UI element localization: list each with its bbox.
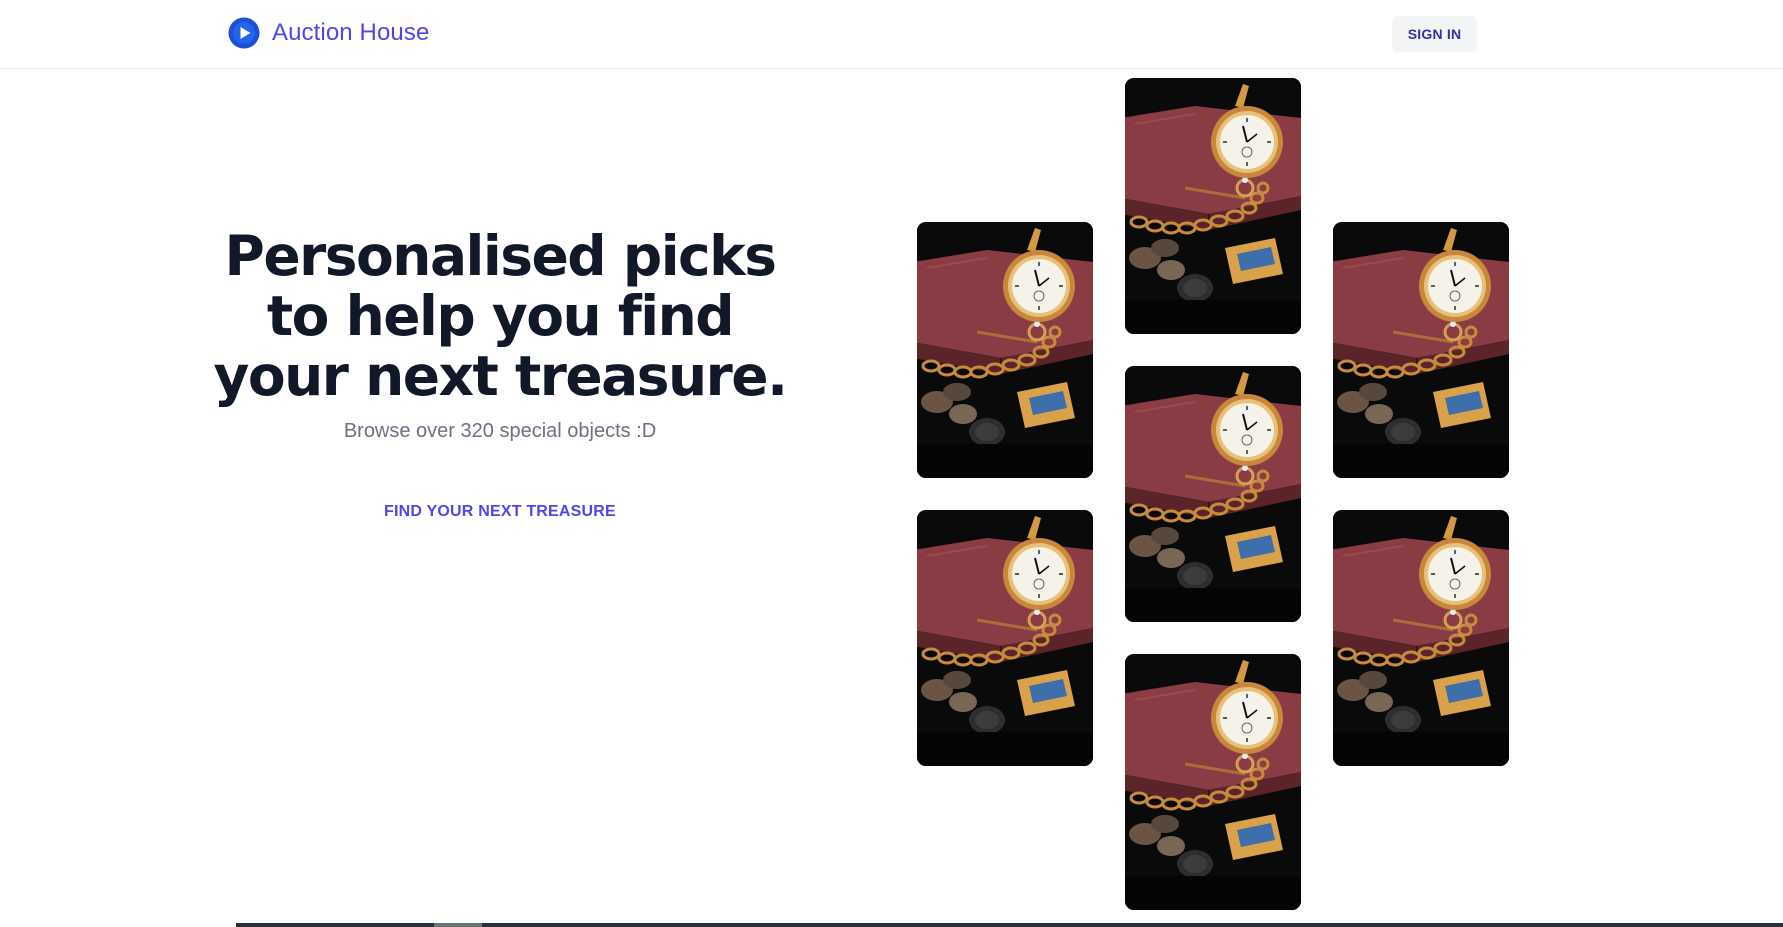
scrollbar-thumb[interactable]: [434, 923, 482, 927]
gallery-image[interactable]: [917, 222, 1093, 478]
gallery-image[interactable]: [1125, 78, 1301, 334]
pocket-watch-illustration: [917, 222, 1093, 478]
horizontal-scrollbar[interactable]: [236, 923, 1783, 927]
pocket-watch-illustration: [1125, 654, 1301, 910]
pocket-watch-illustration: [1125, 366, 1301, 622]
brand-name: Auction House: [272, 19, 430, 46]
gallery-image[interactable]: [1333, 222, 1509, 478]
find-treasure-button[interactable]: FIND YOUR NEXT TREASURE: [380, 498, 620, 526]
hero-title-line: Personalised picks: [224, 224, 777, 288]
gallery-image[interactable]: [917, 510, 1093, 766]
hero-title: Personalised picks to help you find your…: [200, 226, 800, 406]
gallery-image[interactable]: [1125, 366, 1301, 622]
pocket-watch-illustration: [1333, 222, 1509, 478]
hero-subtitle: Browse over 320 special objects :D: [343, 420, 657, 442]
gallery-image[interactable]: [1333, 510, 1509, 766]
sign-in-button[interactable]: SIGN IN: [1392, 16, 1477, 52]
hero-title-line: to help you find: [266, 284, 735, 348]
top-nav: Auction House SIGN IN: [0, 0, 1783, 69]
pocket-watch-illustration: [1333, 510, 1509, 766]
pocket-watch-illustration: [1125, 78, 1301, 334]
brand[interactable]: Auction House: [228, 16, 429, 50]
pocket-watch-illustration: [917, 510, 1093, 766]
gallery-image[interactable]: [1125, 654, 1301, 910]
hero-title-line: your next treasure.: [213, 344, 788, 408]
play-logo-icon: [228, 17, 260, 49]
